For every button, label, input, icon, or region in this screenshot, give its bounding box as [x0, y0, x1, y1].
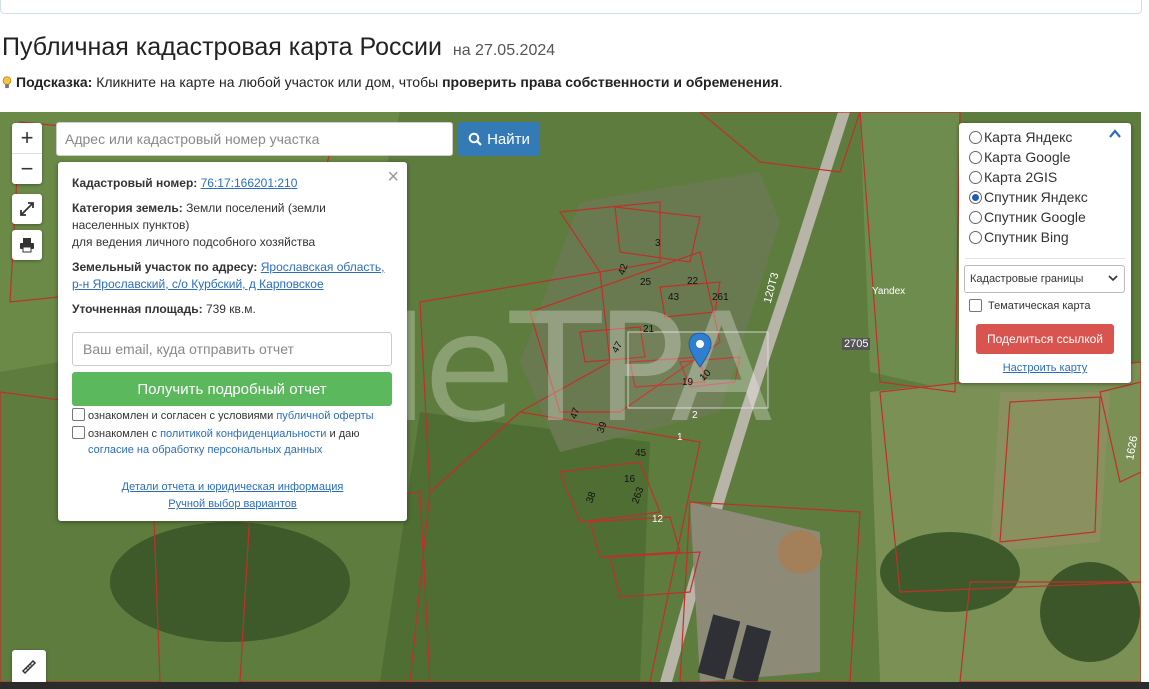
hint-label: Подсказка:	[16, 74, 93, 90]
layer-option-yandex-satellite[interactable]: Спутник Яндекс	[969, 187, 1088, 207]
plot-label: 261	[712, 292, 729, 303]
layer-label: Спутник Bing	[984, 229, 1069, 245]
thematic-map-row: Тематическая карта	[969, 299, 1090, 312]
consent-link[interactable]: согласие на обработку персональных данны…	[88, 444, 322, 456]
offer-link[interactable]: публичной оферты	[276, 410, 373, 422]
cadastral-row: Кадастровый номер: 76:17:166201:210	[72, 175, 393, 192]
share-link-button[interactable]: Поделиться ссылкой	[976, 324, 1114, 354]
offer-checkbox[interactable]	[72, 408, 85, 421]
layer-option-yandex-map[interactable]: Карта Яндекс	[969, 127, 1072, 147]
purpose-row: для ведения личного подсобного хозяйства	[72, 235, 316, 249]
print-button[interactable]	[12, 230, 42, 260]
search-input[interactable]	[56, 122, 453, 156]
layer-option-google-map[interactable]: Карта Google	[969, 147, 1071, 167]
ruler-icon	[21, 659, 37, 675]
radio-yandex-satellite[interactable]	[969, 190, 982, 204]
email-field[interactable]	[72, 332, 392, 366]
privacy-mid: и даю	[329, 428, 360, 440]
hint-end: .	[778, 74, 783, 90]
plot-label: 45	[635, 448, 647, 459]
cadastral-label: Кадастровый номер:	[72, 176, 198, 190]
area-value: 739 кв.м.	[205, 302, 256, 316]
road-label: 2705	[842, 338, 871, 350]
lightbulb-icon	[2, 76, 12, 89]
layer-label: Карта Google	[984, 149, 1071, 165]
plot-label: 3	[655, 238, 661, 249]
details-row: Детали отчета и юридическая информация	[58, 481, 407, 493]
thematic-checkbox[interactable]	[969, 299, 982, 312]
search-button-label: Найти	[487, 130, 530, 148]
category-row: Категория земель: Земли поселений (земли…	[72, 200, 347, 234]
privacy-link[interactable]: политикой конфиденциальности	[160, 428, 326, 440]
address-row: Земельный участок по адресу: Ярославская…	[72, 259, 393, 293]
privacy-text: ознакомлен с	[88, 428, 158, 440]
page-title: Публичная кадастровая карта России на 27…	[2, 33, 555, 62]
top-bar	[0, 0, 1142, 14]
overlay-select[interactable]: Кадастровые границы	[964, 265, 1125, 293]
zoom-control: + −	[12, 123, 42, 184]
layer-label: Карта 2GIS	[984, 169, 1058, 185]
printer-icon	[20, 238, 34, 253]
taskbar	[0, 682, 1149, 689]
map-canvas[interactable]: MeTPA 120Т3 2705 Yandex 1626 3 42 25 22 …	[0, 112, 1141, 682]
offer-text: ознакомлен и согласен с условиями	[88, 410, 274, 422]
radio-google-satellite[interactable]	[969, 210, 982, 224]
category-label: Категория земель:	[72, 201, 183, 215]
thematic-label: Тематическая карта	[988, 299, 1091, 312]
address-label: Земельный участок по адресу:	[72, 260, 258, 274]
layer-label: Спутник Google	[984, 209, 1086, 225]
page-date: на 27.05.2024	[452, 42, 556, 59]
hint-bold: проверить права собственности и обремене…	[442, 74, 779, 90]
radio-google-map[interactable]	[969, 150, 982, 164]
offer-agreement-row: ознакомлен и согласен с условиями публич…	[72, 408, 397, 424]
get-report-button[interactable]: Получить подробный отчет	[72, 372, 392, 406]
provider-label: Yandex	[872, 286, 906, 297]
radio-yandex-map[interactable]	[969, 130, 982, 144]
parcel-info-popup: × Кадастровый номер: 76:17:166201:210 Ка…	[58, 162, 407, 521]
layer-option-google-satellite[interactable]: Спутник Google	[969, 207, 1086, 227]
layer-label: Карта Яндекс	[984, 129, 1073, 145]
hint-text: Кликните на карте на любой участок или д…	[96, 74, 439, 90]
overlay-select-value: Кадастровые границы	[970, 273, 1084, 285]
plot-label: 25	[640, 277, 652, 288]
radio-2gis-map[interactable]	[969, 170, 982, 184]
plot-label: 43	[668, 292, 680, 303]
search-button[interactable]: Найти	[458, 122, 540, 156]
search-icon	[468, 132, 482, 146]
zoom-out-button[interactable]: −	[12, 153, 42, 184]
plot-label: 22	[687, 276, 699, 287]
zoom-in-button[interactable]: +	[12, 123, 42, 153]
plot-label: 21	[643, 324, 655, 335]
expand-icon	[20, 202, 34, 216]
page-title-text: Публичная кадастровая карта России	[2, 33, 442, 61]
plot-label: 2	[692, 410, 698, 421]
layer-option-2gis-map[interactable]: Карта 2GIS	[969, 167, 1057, 187]
location-pin-icon[interactable]	[688, 332, 712, 368]
layer-label: Спутник Яндекс	[984, 189, 1088, 205]
divider	[965, 258, 1125, 259]
plot-label: 1	[677, 432, 683, 443]
ruler-button[interactable]	[12, 650, 46, 682]
privacy-agreement-row: ознакомлен с политикой конфиденциальност…	[72, 426, 397, 458]
radio-bing-satellite[interactable]	[969, 230, 982, 244]
manual-selection-link[interactable]: Ручной выбор вариантов	[168, 498, 296, 510]
fullscreen-button[interactable]	[12, 194, 42, 224]
manual-row: Ручной выбор вариантов	[58, 498, 407, 510]
privacy-checkbox[interactable]	[72, 426, 85, 439]
layer-option-bing-satellite[interactable]: Спутник Bing	[969, 227, 1069, 247]
plot-label: 12	[652, 514, 664, 525]
plot-label: 19	[682, 377, 694, 388]
chevron-up-icon[interactable]	[1109, 129, 1121, 139]
details-link[interactable]: Детали отчета и юридическая информация	[122, 481, 344, 493]
plot-label: 16	[624, 474, 636, 485]
hint: Подсказка: Кликните на карте на любой уч…	[2, 74, 783, 90]
area-label: Уточненная площадь:	[72, 302, 203, 316]
chevron-down-icon	[1108, 275, 1118, 282]
cadastral-number-link[interactable]: 76:17:166201:210	[201, 176, 298, 190]
area-row: Уточненная площадь: 739 кв.м.	[72, 301, 393, 318]
configure-map-link[interactable]: Настроить карту	[959, 362, 1131, 374]
layers-panel: Карта Яндекс Карта Google Карта 2GIS Спу…	[959, 123, 1131, 383]
